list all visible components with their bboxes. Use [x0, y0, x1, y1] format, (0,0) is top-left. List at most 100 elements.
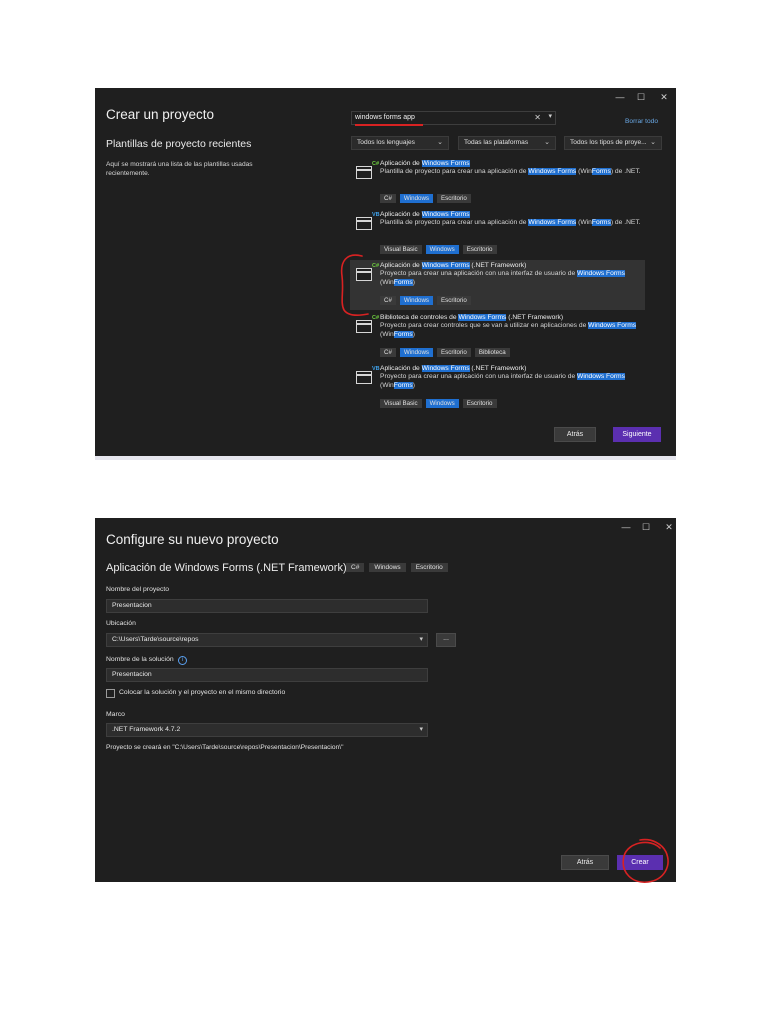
- template-tags: Visual Basic Windows Escritorio: [380, 245, 497, 254]
- template-name: Aplicación de Windows Forms (.NET Framew…: [380, 262, 527, 269]
- project-name-input[interactable]: Presentacion: [106, 599, 428, 613]
- same-directory-label: Colocar la solución y el proyecto en el …: [119, 689, 286, 696]
- framework-value: .NET Framework 4.7.2: [112, 726, 181, 733]
- configure-project-window: — ☐ ✕ Configure su nuevo proyecto Aplica…: [95, 518, 676, 882]
- recent-templates-note: Aquí se mostrará una lista de las planti…: [106, 161, 253, 177]
- tag: C#: [380, 296, 396, 305]
- framework-label: Marco: [106, 711, 125, 718]
- tag: Windows: [425, 245, 459, 254]
- tag: C#: [380, 348, 396, 357]
- tag: Escritorio: [462, 399, 497, 408]
- template-description: Proyecto para crear una aplicación con u…: [380, 270, 625, 286]
- framework-select[interactable]: .NET Framework 4.7.2 ▾: [106, 723, 428, 737]
- template-description: Proyecto para crear controles que se van…: [380, 322, 637, 338]
- template-item[interactable]: C# Aplicación de Windows Forms Plantilla…: [350, 158, 645, 208]
- template-description: Plantilla de proyecto para crear una apl…: [380, 219, 641, 226]
- tag: Windows: [399, 296, 434, 305]
- maximize-icon[interactable]: ☐: [633, 91, 649, 103]
- minimize-icon[interactable]: —: [618, 521, 634, 533]
- template-item-selected[interactable]: C# Aplicación de Windows Forms (.NET Fra…: [350, 260, 645, 310]
- chevron-down-icon: ⌄: [544, 139, 550, 146]
- template-name: Aplicación de Windows Forms (.NET Framew…: [380, 365, 527, 372]
- search-dropdown-icon[interactable]: ▾: [548, 112, 552, 120]
- tag: Windows: [425, 399, 459, 408]
- tag: Escritorio: [437, 194, 471, 203]
- minimize-icon[interactable]: —: [612, 91, 628, 103]
- create-project-window: — ☐ ✕ Crear un proyecto Plantillas de pr…: [95, 88, 676, 456]
- solution-name-input[interactable]: Presentacion: [106, 668, 428, 682]
- next-button[interactable]: Siguiente: [613, 427, 661, 442]
- winforms-app-icon: VB: [356, 366, 380, 384]
- project-name-label: Nombre del proyecto: [106, 586, 170, 593]
- platform-filter[interactable]: Todas las plataformas ⌄: [458, 136, 556, 150]
- same-directory-checkbox[interactable]: [106, 689, 115, 698]
- tag: Visual Basic: [380, 399, 422, 408]
- browse-button[interactable]: ...: [436, 633, 456, 647]
- template-tags: C# Windows Escritorio: [380, 194, 471, 203]
- close-icon[interactable]: ✕: [656, 91, 672, 103]
- winforms-app-icon: C#: [356, 161, 379, 179]
- page-title: Crear un proyecto: [106, 107, 215, 122]
- location-label: Ubicación: [106, 620, 136, 627]
- taskbar-strip: [95, 456, 676, 460]
- tag: Windows: [399, 348, 434, 357]
- platform-filter-value: Todas las plataformas: [464, 139, 529, 146]
- template-name: Aplicación de Windows Forms (.NET Framew…: [106, 562, 347, 574]
- language-filter-value: Todos los lenguajes: [357, 139, 415, 146]
- template-description: Plantilla de proyecto para crear una apl…: [380, 168, 641, 175]
- back-button[interactable]: Atrás: [554, 427, 596, 442]
- maximize-icon[interactable]: ☐: [638, 521, 654, 533]
- recent-templates-heading: Plantillas de proyecto recientes: [106, 138, 252, 150]
- page-title: Configure su nuevo proyecto: [106, 532, 279, 547]
- info-icon[interactable]: i: [178, 656, 187, 665]
- spellcheck-underline: [355, 124, 423, 126]
- winforms-app-icon: C#: [356, 263, 379, 281]
- solution-name-label: Nombre de la solución: [106, 656, 174, 663]
- csharp-badge: C#: [372, 161, 380, 167]
- template-name: Aplicación de Windows Forms: [380, 160, 470, 167]
- create-button[interactable]: Crear: [617, 855, 663, 870]
- csharp-badge: C#: [372, 263, 380, 269]
- tag: C#: [380, 194, 396, 203]
- winforms-app-icon: VB: [356, 212, 380, 230]
- template-name: Aplicación de Windows Forms: [380, 211, 470, 218]
- tag: C#: [346, 563, 365, 572]
- template-tags: C# Windows Escritorio: [380, 296, 471, 305]
- project-type-filter[interactable]: Todos los tipos de proye... ⌄: [564, 136, 662, 150]
- tag: Windows: [399, 194, 434, 203]
- project-path-note: Proyecto se creará en "C:\Users\Tarde\so…: [106, 744, 344, 751]
- language-filter[interactable]: Todos los lenguajes ⌄: [351, 136, 449, 150]
- template-name: Biblioteca de controles de Windows Forms…: [380, 314, 564, 321]
- location-value: C:\Users\Tarde\source\repos: [112, 636, 199, 643]
- control-library-icon: C#: [356, 315, 379, 333]
- search-value: windows forms app: [355, 114, 415, 121]
- tag: Visual Basic: [380, 245, 422, 254]
- back-button[interactable]: Atrás: [561, 855, 609, 870]
- tag: Biblioteca: [474, 348, 510, 357]
- tag: Escritorio: [462, 245, 497, 254]
- chevron-down-icon: ⌄: [437, 139, 443, 146]
- project-name-value: Presentacion: [112, 602, 152, 609]
- template-item[interactable]: VB Aplicación de Windows Forms Plantilla…: [350, 209, 645, 259]
- clear-search-icon[interactable]: ✕: [534, 113, 541, 122]
- close-icon[interactable]: ✕: [661, 521, 676, 533]
- template-description: Proyecto para crear una aplicación con u…: [380, 373, 625, 389]
- dropdown-arrow-icon: ▾: [419, 636, 423, 643]
- tag: Escritorio: [437, 348, 471, 357]
- location-select[interactable]: C:\Users\Tarde\source\repos ▾: [106, 633, 428, 647]
- dropdown-arrow-icon: ▾: [419, 726, 423, 733]
- solution-name-value: Presentacion: [112, 671, 152, 678]
- tag: Escritorio: [410, 563, 448, 572]
- template-tags: C# Windows Escritorio: [346, 563, 448, 572]
- tag: Windows: [369, 563, 406, 572]
- tag: Escritorio: [437, 296, 471, 305]
- chevron-down-icon: ⌄: [650, 139, 656, 146]
- csharp-badge: C#: [372, 315, 380, 321]
- template-search-input[interactable]: windows forms app ✕ ▾: [351, 111, 556, 126]
- clear-all-link[interactable]: Borrar todo: [625, 118, 658, 125]
- template-item[interactable]: C# Biblioteca de controles de Windows Fo…: [350, 312, 645, 362]
- template-tags: C# Windows Escritorio Biblioteca: [380, 348, 510, 357]
- project-type-filter-value: Todos los tipos de proye...: [570, 139, 647, 146]
- template-item[interactable]: VB Aplicación de Windows Forms (.NET Fra…: [350, 363, 645, 413]
- template-tags: Visual Basic Windows Escritorio: [380, 399, 497, 408]
